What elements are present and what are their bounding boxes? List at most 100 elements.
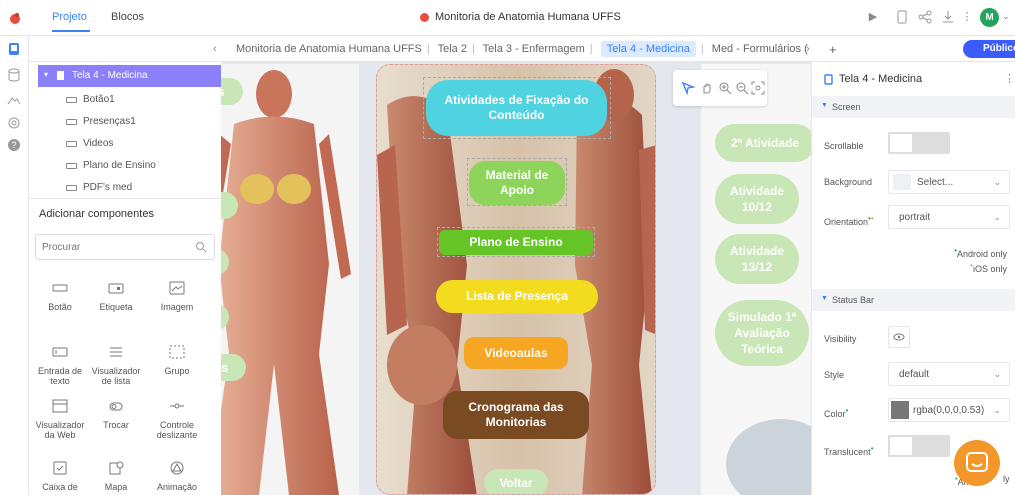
outline-item-plano-ensino[interactable]: Plano de Ensino xyxy=(66,160,156,171)
android-only-note: •Android only xyxy=(954,246,1007,259)
share-icon[interactable] xyxy=(918,10,932,24)
plano-ensino-button[interactable]: Plano de Ensino xyxy=(439,230,593,255)
material-apoio-button[interactable]: Material de Apoio xyxy=(469,161,565,205)
crumb-project[interactable]: Monitoria de Anatomia Humana UFFS xyxy=(236,43,422,55)
label-component-icon xyxy=(108,283,124,294)
color-label-text: Color xyxy=(824,409,846,419)
color-select[interactable]: rgba(0,0,0,0.53) ⌄ xyxy=(888,398,1010,422)
collapse-icon: ▼ xyxy=(821,102,828,109)
component-imagem[interactable]: Imagem xyxy=(148,281,206,312)
hand-icon[interactable] xyxy=(700,81,714,95)
app-logo-icon xyxy=(10,13,20,24)
orientation-select[interactable]: portrait ⌄ xyxy=(888,205,1010,229)
ghost-screen-right[interactable]: 2ª Atividade Atividade 10/12 Atividade 1… xyxy=(701,64,811,495)
component-etiqueta[interactable]: Etiqueta xyxy=(87,281,145,312)
atividades-button[interactable]: Atividades de Fixação do Conteúdo xyxy=(426,80,607,136)
component-botao[interactable]: Botão xyxy=(31,281,89,312)
component-label: Visualizador da Web xyxy=(35,420,85,440)
chevron-right-icon[interactable]: › xyxy=(806,43,810,55)
cursor-icon[interactable] xyxy=(681,81,695,95)
crumb-tela-2[interactable]: Tela 2 xyxy=(438,43,467,55)
device-icon[interactable] xyxy=(895,10,909,24)
section-screen[interactable]: ▼ Screen xyxy=(812,96,1015,118)
outline-item-tela-4[interactable]: ▾ Tela 4 - Medicina xyxy=(38,65,221,87)
avatar[interactable]: M xyxy=(980,8,999,27)
chevron-down-icon[interactable]: ⌄ xyxy=(1002,11,1010,22)
component-icon xyxy=(66,118,77,125)
project-icon xyxy=(420,12,429,22)
ios-only-note: •iOS only xyxy=(970,261,1007,274)
tab-blocos[interactable]: Blocos xyxy=(111,11,144,23)
ghost-simulado: Simulado 1ª Avaliação Teórica xyxy=(715,300,809,366)
outline-item-presencas1[interactable]: Presenças1 xyxy=(66,116,136,127)
publish-button[interactable]: Público xyxy=(963,40,1015,58)
fit-screen-icon[interactable] xyxy=(751,81,765,95)
component-entrada-texto[interactable]: Entrada de texto xyxy=(31,345,89,386)
background-label: Background xyxy=(824,177,873,187)
toggle-knob xyxy=(890,134,912,152)
play-icon[interactable]: ▶ xyxy=(866,10,880,24)
search-input[interactable] xyxy=(42,236,182,258)
group-component-icon xyxy=(169,345,185,359)
tab-projeto[interactable]: Projeto xyxy=(52,11,87,23)
component-label: Animação xyxy=(156,482,198,492)
crumb-tela-3[interactable]: Tela 3 - Enfermagem xyxy=(483,43,585,55)
component-visualizador-web[interactable]: Visualizador da Web xyxy=(31,399,89,440)
component-label: Trocar xyxy=(103,420,129,430)
component-label: Visualizador de lista xyxy=(91,366,141,386)
section-status-bar[interactable]: ▼ Status Bar xyxy=(812,289,1015,311)
add-screen-icon[interactable]: + xyxy=(829,42,837,57)
help-icon[interactable]: ? xyxy=(7,138,21,152)
crumb-tela-4[interactable]: Tela 4 - Medicina xyxy=(600,41,696,57)
phone-preview[interactable]: Atividades de Fixação do Conteúdo Materi… xyxy=(376,64,656,495)
zoom-out-icon[interactable] xyxy=(735,81,749,95)
more-vertical-icon[interactable]: ⋮ xyxy=(1004,72,1015,85)
outline-item-videos[interactable]: Videos xyxy=(66,138,113,149)
style-select[interactable]: default ⌄ xyxy=(888,362,1010,386)
database-icon[interactable] xyxy=(7,68,21,82)
chat-button[interactable] xyxy=(954,440,1000,486)
top-bar: Projeto Blocos Monitoria de Anatomia Hum… xyxy=(0,0,1015,36)
component-visualizador-lista[interactable]: Visualizador de lista xyxy=(87,345,145,386)
background-select[interactable]: Select... ⌄ xyxy=(888,170,1010,194)
settings-icon[interactable] xyxy=(7,116,21,130)
lista-presenca-button[interactable]: Lista de Presença xyxy=(436,280,598,313)
chevron-left-icon[interactable]: ‹ xyxy=(213,43,217,55)
component-mapa[interactable]: Mapa xyxy=(87,461,145,492)
ghost-atividade-1312: Atividade 13/12 xyxy=(715,234,799,284)
translucent-toggle[interactable] xyxy=(888,435,950,457)
download-icon[interactable] xyxy=(941,10,955,24)
outline-root-label: Tela 4 - Medicina xyxy=(72,70,148,81)
button-component-icon xyxy=(52,284,68,292)
component-caixa-de[interactable]: Caixa de xyxy=(31,461,89,492)
outline-item-pdfs-med[interactable]: PDF's med xyxy=(66,182,132,193)
eye-icon xyxy=(893,333,905,341)
components-search[interactable] xyxy=(35,234,215,260)
scrollable-toggle[interactable] xyxy=(888,132,950,154)
chevron-down-icon: ⌄ xyxy=(993,177,1001,187)
zoom-in-icon[interactable] xyxy=(718,81,732,95)
cronograma-button[interactable]: Cronograma das Monitorias xyxy=(443,391,589,439)
chevron-down-icon: ⌄ xyxy=(993,212,1001,222)
visibility-toggle[interactable] xyxy=(888,326,910,348)
component-trocar[interactable]: Trocar xyxy=(87,399,145,430)
crumb-med-formularios[interactable]: Med - Formulários ( xyxy=(712,43,808,55)
more-vertical-icon[interactable]: ⋮ xyxy=(960,10,974,24)
voltar-button[interactable]: Voltar xyxy=(484,469,548,494)
web-view-component-icon xyxy=(52,399,68,413)
screens-icon[interactable] xyxy=(7,42,21,56)
outline-item-botao1[interactable]: Botão1 xyxy=(66,94,115,105)
chevron-down-icon: ⌄ xyxy=(993,405,1001,415)
component-grupo[interactable]: Grupo xyxy=(148,345,206,376)
android-only-note-partial-end: ly xyxy=(1003,474,1010,484)
collapse-icon[interactable]: ▾ xyxy=(44,70,48,79)
component-controle-deslizante[interactable]: Controle deslizante xyxy=(148,399,206,440)
media-icon[interactable] xyxy=(7,92,21,106)
search-icon[interactable] xyxy=(195,241,207,253)
videoaulas-button[interactable]: Videoaulas xyxy=(464,337,568,369)
component-label: Botão xyxy=(48,302,72,312)
ghost-2a-atividade: 2ª Atividade xyxy=(715,124,811,162)
component-animacao[interactable]: Animação xyxy=(148,461,206,492)
scrollable-label: Scrollable xyxy=(824,141,864,151)
color-label: Color• xyxy=(824,406,849,419)
